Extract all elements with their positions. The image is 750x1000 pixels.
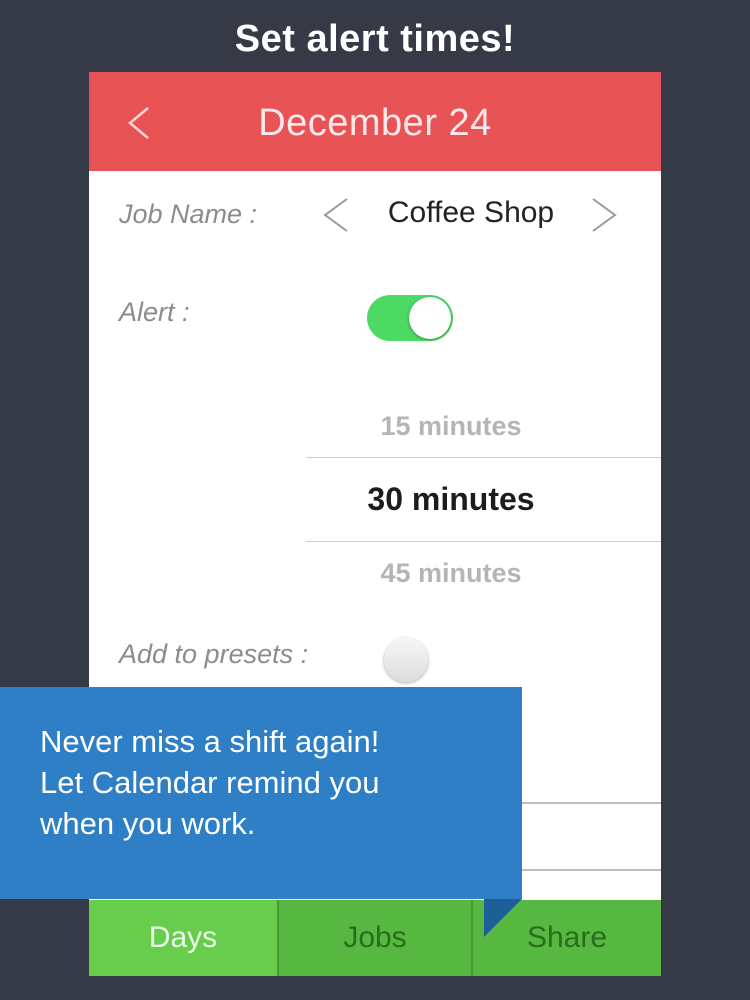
alert-toggle[interactable] bbox=[367, 295, 453, 341]
promo-callout: Never miss a shift again! Let Calendar r… bbox=[0, 687, 522, 899]
date-header: December 24 bbox=[89, 72, 661, 171]
callout-tail bbox=[484, 899, 522, 937]
job-name-value: Coffee Shop bbox=[387, 196, 555, 229]
picker-divider-top bbox=[306, 457, 661, 458]
presets-toggle[interactable] bbox=[384, 638, 428, 682]
picker-selected-option[interactable]: 30 minutes bbox=[306, 481, 596, 518]
tab-jobs[interactable]: Jobs bbox=[279, 900, 473, 976]
job-name-label: Job Name : bbox=[119, 199, 258, 229]
alert-time-picker[interactable]: 15 minutes 30 minutes 45 minutes bbox=[306, 392, 661, 592]
callout-text: Never miss a shift again! Let Calendar r… bbox=[40, 724, 380, 841]
presets-label: Add to presets : bbox=[119, 639, 309, 669]
picker-option[interactable]: 15 minutes bbox=[306, 411, 596, 442]
header-date-title: December 24 bbox=[258, 102, 492, 144]
alert-label: Alert : bbox=[119, 297, 190, 327]
tab-days[interactable]: Days bbox=[89, 900, 279, 976]
promo-title: Set alert times! bbox=[234, 18, 516, 60]
previous-job-chevron-icon[interactable] bbox=[321, 197, 351, 233]
picker-divider-bottom bbox=[306, 541, 661, 542]
next-job-chevron-icon[interactable] bbox=[589, 197, 619, 233]
picker-option[interactable]: 45 minutes bbox=[306, 558, 596, 589]
tab-bar: Days Jobs Share bbox=[89, 900, 661, 976]
alert-toggle-knob bbox=[409, 297, 451, 339]
